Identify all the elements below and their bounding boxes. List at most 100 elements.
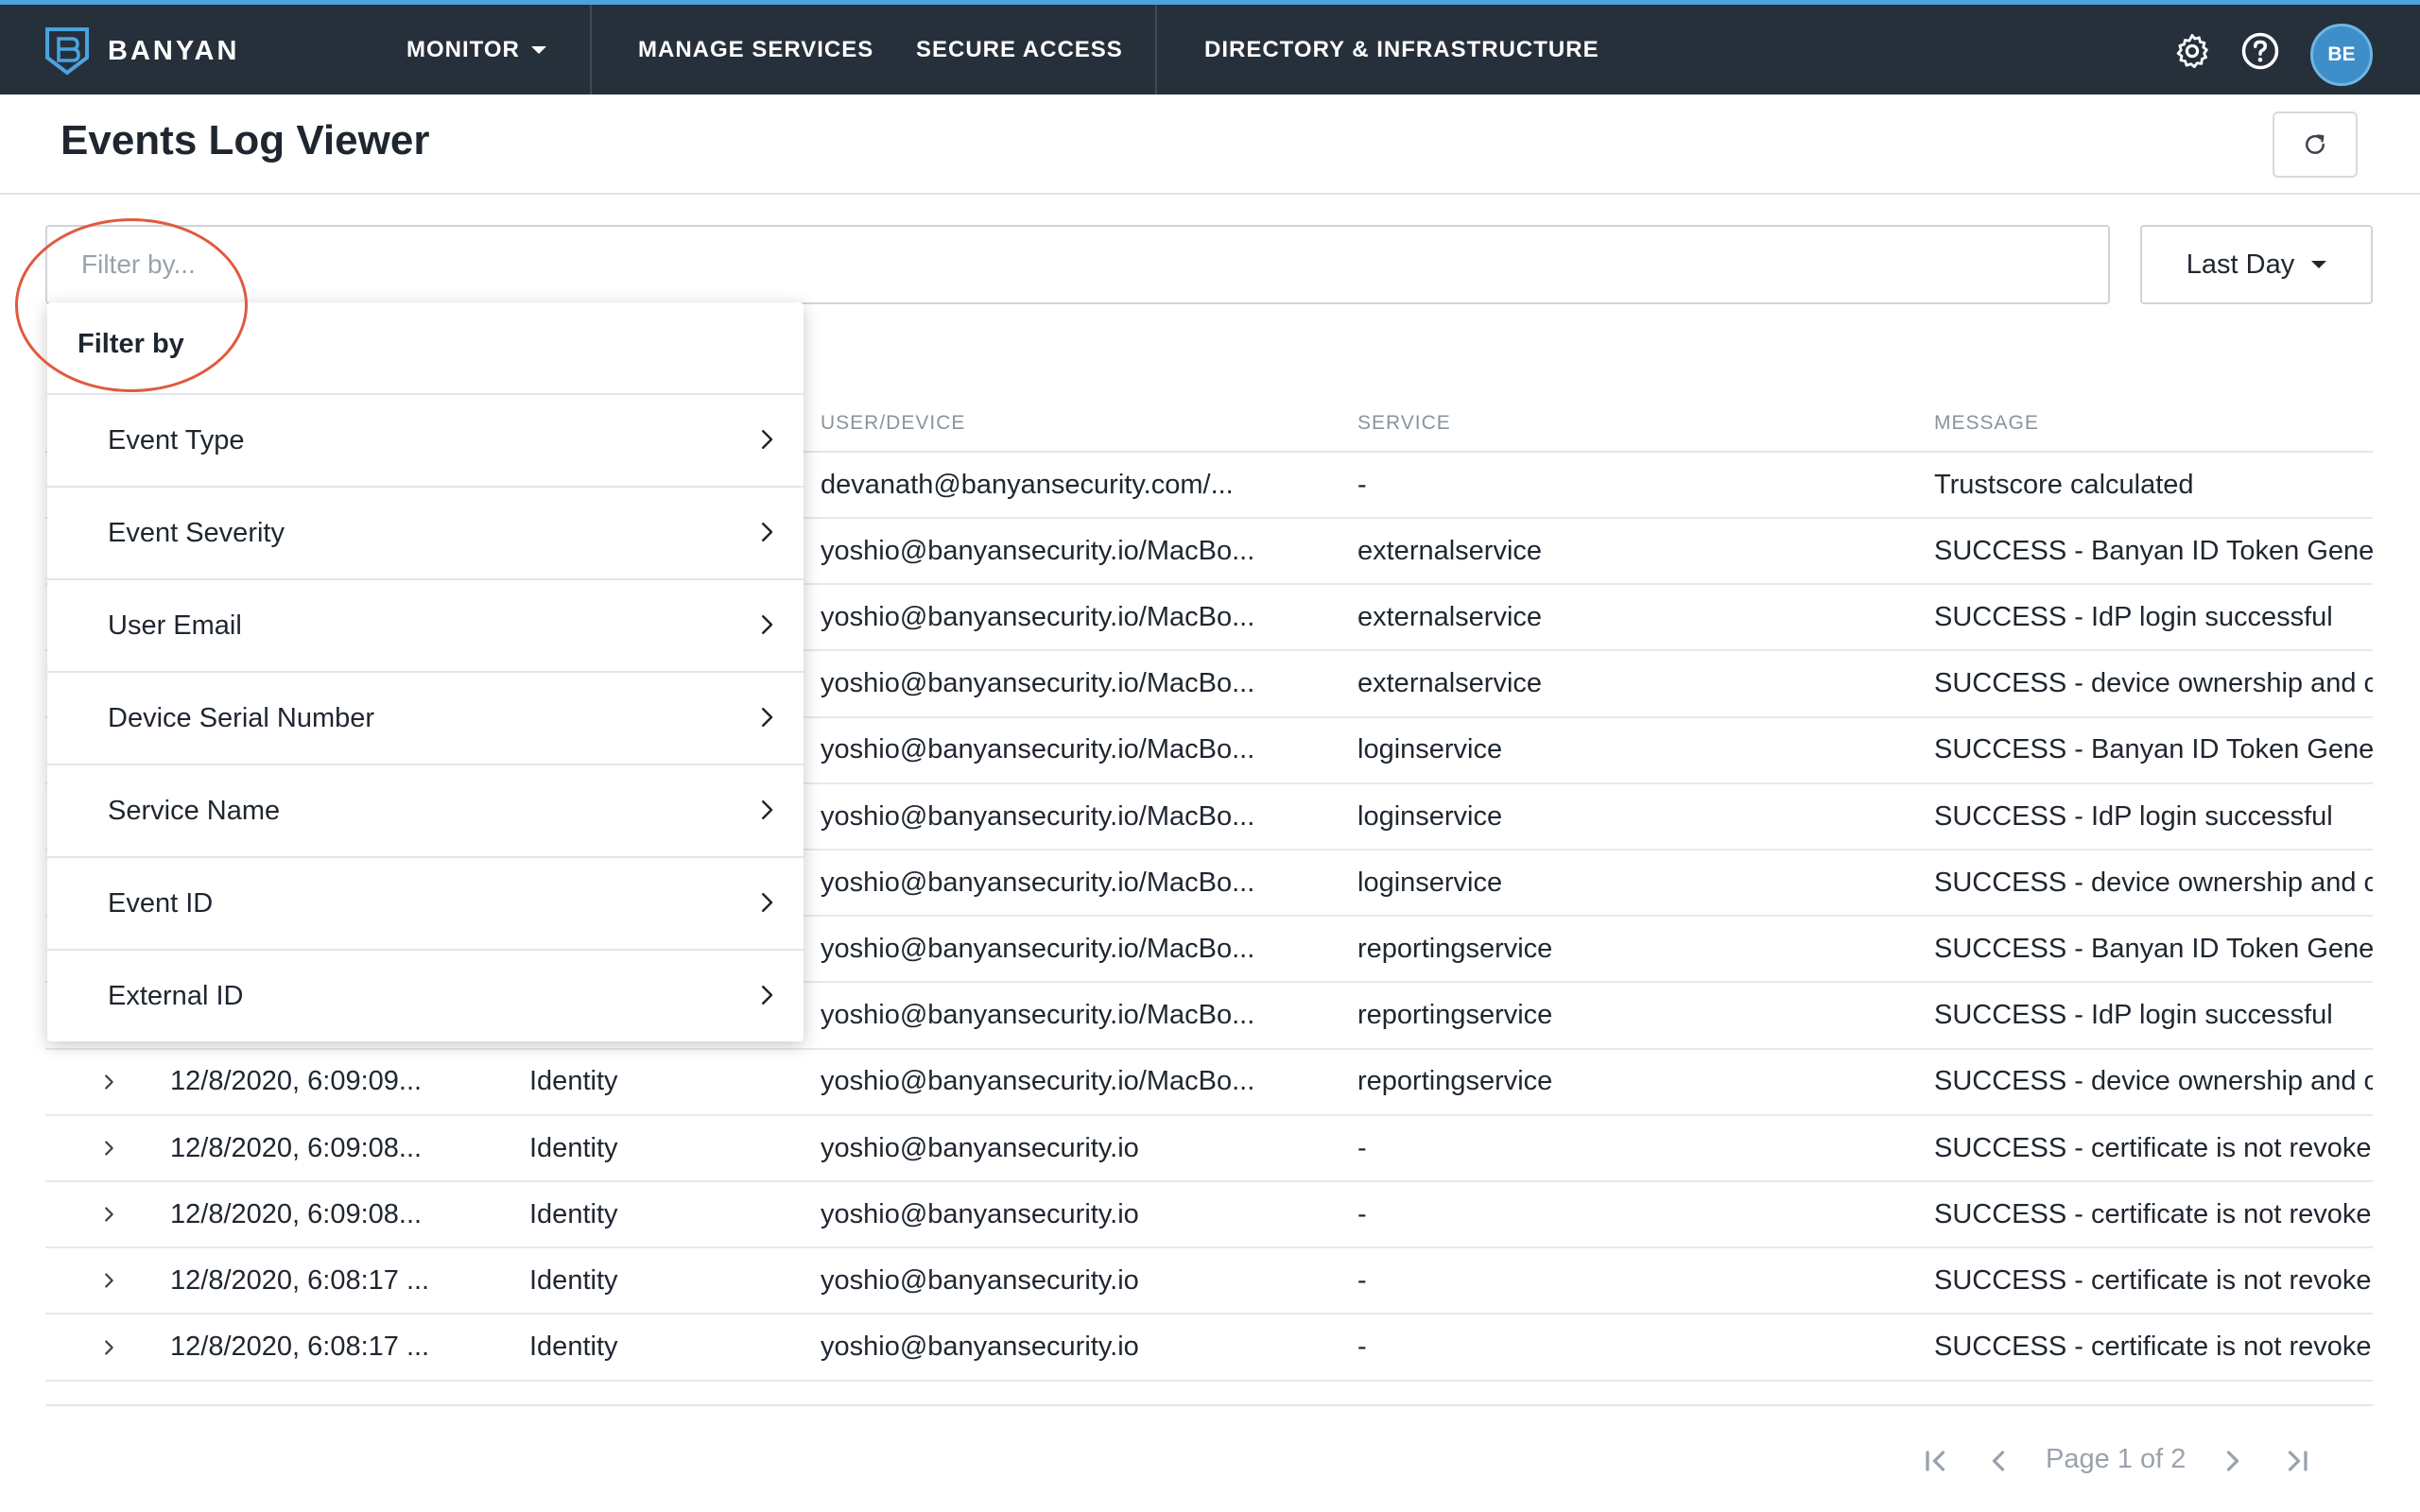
row-message: SUCCESS - certificate is not revoke (1934, 1332, 2372, 1363)
row-expand-button[interactable] (98, 1248, 119, 1313)
row-service: - (1357, 1198, 1367, 1229)
row-message: SUCCESS - certificate is not revoke (1934, 1198, 2372, 1229)
row-service: reportingservice (1357, 933, 1553, 964)
nav-secure-access-label: SECURE ACCESS (916, 36, 1123, 62)
row-user-device: yoshio@banyansecurity.io/MacBo... (821, 734, 1255, 765)
row-message: SUCCESS - Banyan ID Token Gener (1934, 734, 2373, 765)
filter-option-label: Device Serial Number (108, 702, 375, 733)
refresh-button[interactable] (2273, 112, 2358, 178)
chevron-right-icon (762, 523, 773, 541)
row-event-type: Identity (529, 1198, 618, 1229)
row-message: Trustscore calculated (1934, 469, 2194, 500)
nav-divider (590, 5, 592, 94)
refresh-icon (2306, 134, 2325, 154)
nav-secure-access[interactable]: SECURE ACCESS (916, 5, 1123, 94)
row-message: SUCCESS - certificate is not revoke (1934, 1132, 2372, 1163)
table-row[interactable]: 12/8/2020, 6:09:09... Identity yoshio@bany… (45, 1050, 2373, 1116)
filter-option[interactable]: Event ID (47, 856, 804, 949)
chevron-right-icon (762, 708, 773, 727)
column-header-service[interactable]: SERVICE (1357, 412, 1451, 435)
chevron-right-icon[interactable] (2216, 1444, 2250, 1478)
row-user-device: yoshio@banyansecurity.io/MacBo... (821, 867, 1255, 898)
row-service: externalservice (1357, 668, 1543, 699)
row-service: reportingservice (1357, 1000, 1553, 1031)
filter-option-label: Service Name (108, 795, 281, 826)
first-page-icon[interactable] (1919, 1444, 1953, 1478)
row-user-device: yoshio@banyansecurity.io/MacBo... (821, 1000, 1255, 1031)
row-event-type: Identity (529, 1132, 618, 1163)
brand-logo[interactable]: BANYAN (43, 26, 239, 77)
nav-divider (1155, 5, 1157, 94)
filter-option[interactable]: Device Serial Number (47, 671, 804, 764)
row-user-device: yoshio@banyansecurity.io/MacBo... (821, 535, 1255, 566)
row-message: SUCCESS - device ownership and c (1934, 867, 2373, 898)
row-time: 12/8/2020, 6:08:17 ... (170, 1332, 430, 1363)
row-service: reportingservice (1357, 1066, 1553, 1097)
nav-manage-services[interactable]: MANAGE SERVICES (638, 5, 873, 94)
nav-directory-infrastructure-label: DIRECTORY & INFRASTRUCTURE (1204, 36, 1599, 62)
row-user-device: devanath@banyansecurity.com/... (821, 469, 1234, 500)
chevron-right-icon (105, 1141, 113, 1156)
table-row[interactable]: 12/8/2020, 6:09:08... Identity yoshio@bany… (45, 1182, 2373, 1249)
chevron-right-icon (762, 800, 773, 819)
time-range-dropdown[interactable]: Last Day (2140, 225, 2373, 304)
chevron-right-icon (105, 1207, 113, 1222)
row-message: SUCCESS - device ownership and c (1934, 1066, 2373, 1097)
row-expand-button[interactable] (98, 1315, 119, 1380)
nav-monitor-label: MONITOR (406, 36, 520, 62)
nav-monitor[interactable]: MONITOR (406, 5, 546, 94)
row-service: externalservice (1357, 535, 1543, 566)
row-expand-button[interactable] (98, 1050, 119, 1114)
caret-down-icon (2311, 261, 2327, 268)
row-event-type: Identity (529, 1332, 618, 1363)
row-service: externalservice (1357, 601, 1543, 632)
row-service: - (1357, 1332, 1367, 1363)
chevron-right-icon (105, 1074, 113, 1090)
filter-by-dropdown: Filter by Event Type Event Severity User E… (47, 302, 804, 1041)
row-service: loginservice (1357, 800, 1503, 832)
filter-by-dropdown-title: Filter by (78, 329, 184, 359)
filter-option[interactable]: External ID (47, 949, 804, 1041)
chevron-left-icon[interactable] (1981, 1444, 2015, 1478)
filter-option[interactable]: Event Type (47, 393, 804, 486)
filter-option[interactable]: User Email (47, 578, 804, 671)
gear-icon[interactable] (2172, 31, 2212, 71)
filter-option-label: Event Type (108, 424, 245, 455)
user-avatar[interactable]: BE (2310, 24, 2373, 86)
filter-input[interactable] (45, 225, 2110, 304)
row-time: 12/8/2020, 6:09:08... (170, 1132, 423, 1163)
column-header-message[interactable]: MESSAGE (1934, 412, 2039, 435)
row-message: SUCCESS - certificate is not revoke (1934, 1264, 2372, 1296)
row-service: loginservice (1357, 867, 1503, 898)
row-expand-button[interactable] (98, 1182, 119, 1246)
row-user-device: yoshio@banyansecurity.io/MacBo... (821, 668, 1255, 699)
row-user-device: yoshio@banyansecurity.io (821, 1264, 1139, 1296)
row-event-type: Identity (529, 1264, 618, 1296)
row-service: - (1357, 469, 1367, 500)
row-time: 12/8/2020, 6:09:09... (170, 1066, 423, 1097)
row-service: loginservice (1357, 734, 1503, 765)
row-message: SUCCESS - IdP login successful (1934, 1000, 2333, 1031)
brand-name: BANYAN (108, 35, 240, 66)
table-row[interactable]: 12/8/2020, 6:08:17 ... Identity yoshio@ban… (45, 1248, 2373, 1315)
last-page-icon[interactable] (2280, 1444, 2314, 1478)
chevron-right-icon (762, 893, 773, 912)
time-range-label: Last Day (2186, 249, 2295, 280)
row-message: SUCCESS - Banyan ID Token Gener (1934, 933, 2373, 964)
row-expand-button[interactable] (98, 1116, 119, 1180)
row-user-device: yoshio@banyansecurity.io/MacBo... (821, 800, 1255, 832)
filter-option[interactable]: Event Severity (47, 486, 804, 578)
table-row[interactable]: 12/8/2020, 6:09:08... Identity yoshio@bany… (45, 1116, 2373, 1182)
nav-directory-infrastructure[interactable]: DIRECTORY & INFRASTRUCTURE (1204, 5, 1599, 94)
column-header-user-device[interactable]: USER/DEVICE (821, 412, 965, 435)
chevron-right-icon (762, 615, 773, 634)
question-circle-icon[interactable] (2240, 31, 2280, 71)
row-service: - (1357, 1264, 1367, 1296)
table-row[interactable]: 12/8/2020, 6:08:17 ... Identity yoshio@ban… (45, 1315, 2373, 1382)
row-user-device: yoshio@banyansecurity.io/MacBo... (821, 601, 1255, 632)
chevron-right-icon (105, 1273, 113, 1288)
filter-option[interactable]: Service Name (47, 764, 804, 856)
row-time: 12/8/2020, 6:08:17 ... (170, 1264, 430, 1296)
row-message: SUCCESS - IdP login successful (1934, 601, 2333, 632)
banyan-logo-icon (45, 27, 89, 76)
